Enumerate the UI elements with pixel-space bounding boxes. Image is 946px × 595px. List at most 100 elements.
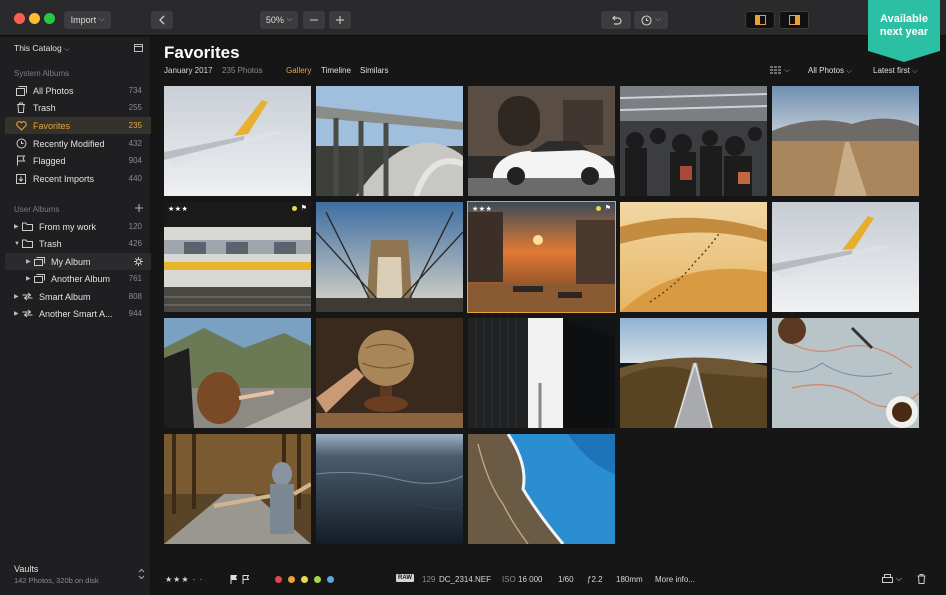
photo-thumbnail[interactable] — [468, 86, 615, 196]
undo-button[interactable] — [601, 11, 631, 29]
filter-select[interactable]: All Photos ⌵ — [808, 66, 852, 76]
chevron-down-icon: ⌵ — [64, 46, 70, 53]
sidebar-item-another-album[interactable]: ▶ Another Album 761 — [5, 270, 151, 287]
zoom-in-button[interactable] — [329, 11, 351, 29]
color-label-blue[interactable] — [327, 576, 334, 583]
gear-icon[interactable] — [134, 257, 143, 266]
sidebar-item-flagged[interactable]: Flagged 904 — [5, 152, 151, 169]
catalog-select[interactable]: This Catalog ⌵ — [14, 43, 69, 54]
sort-select[interactable]: Latest first ⌵ — [873, 66, 917, 76]
sidebar-item-count: 761 — [128, 274, 142, 283]
close-window-button[interactable] — [14, 13, 25, 24]
minimize-window-button[interactable] — [29, 13, 40, 24]
vaults-label[interactable]: Vaults — [14, 564, 38, 574]
photo-thumbnail[interactable] — [772, 86, 919, 196]
photo-thumbnail[interactable] — [164, 86, 311, 196]
trash-icon — [15, 102, 27, 114]
photo-thumbnail[interactable] — [468, 434, 615, 544]
sidebar-item-count: 440 — [128, 174, 142, 183]
expand-arrow-icon[interactable]: ▶ — [26, 275, 31, 282]
back-button[interactable] — [151, 11, 173, 29]
expand-arrow-icon[interactable]: ▶ — [14, 293, 19, 300]
photo-globe — [316, 318, 463, 428]
sidebar-item-count: 734 — [128, 86, 142, 95]
iso-label: ISO — [502, 575, 516, 584]
tab-timeline[interactable]: Timeline — [321, 66, 351, 75]
photo-thumbnail[interactable] — [316, 86, 463, 196]
photo-airplane-wing — [164, 86, 311, 196]
flag-icon — [15, 155, 27, 167]
photo-coastline-aerial — [468, 434, 615, 544]
color-label-green[interactable] — [314, 576, 321, 583]
tab-similars[interactable]: Similars — [360, 66, 388, 75]
photo-thumbnail[interactable] — [772, 202, 919, 312]
photo-forest-road — [164, 434, 311, 544]
photo-thumbnail[interactable] — [620, 202, 767, 312]
photo-thumbnail[interactable] — [316, 318, 463, 428]
expand-arrow-icon[interactable]: ▶ — [26, 258, 31, 265]
view-options-button[interactable]: ⌵ — [770, 65, 790, 75]
import-button[interactable]: Import ⌵ — [64, 11, 111, 29]
photo-brooklyn-bridge — [316, 202, 463, 312]
color-label-red[interactable] — [275, 576, 282, 583]
sidebar-item-smart-album[interactable]: ▶ Smart Album 808 — [5, 288, 151, 305]
zoom-out-button[interactable] — [303, 11, 325, 29]
add-album-icon[interactable] — [135, 204, 143, 212]
color-label-dot — [292, 206, 297, 211]
history-button[interactable]: ⌵ — [634, 11, 668, 29]
smart-album-icon — [21, 291, 33, 303]
expand-arrow-icon[interactable]: ▶ — [14, 310, 19, 317]
folder-icon — [21, 238, 33, 250]
sidebar-item-all-photos[interactable]: All Photos 734 — [5, 82, 151, 99]
color-label-orange[interactable] — [288, 576, 295, 583]
photo-thumbnail[interactable] — [316, 202, 463, 312]
photo-airplane-wing-2 — [772, 202, 919, 312]
expand-arrow-icon[interactable]: ▶ — [14, 223, 19, 230]
photo-rating: ★★★ — [168, 206, 189, 213]
photo-bridge — [316, 86, 463, 196]
photo-thumbnail[interactable] — [620, 318, 767, 428]
chevron-down-icon: ⌵ — [655, 16, 661, 23]
tab-gallery[interactable]: Gallery — [286, 66, 311, 75]
sidebar-item-my-album[interactable]: ▶ My Album — [5, 253, 151, 270]
grid-view-icon — [770, 66, 782, 74]
photo-thumbnail[interactable] — [164, 434, 311, 544]
photo-car-window-hair — [164, 318, 311, 428]
ribbon-line-1: Available — [880, 13, 928, 25]
more-info-link[interactable]: More info... — [655, 575, 695, 584]
album-icon — [33, 256, 45, 268]
color-label-yellow[interactable] — [301, 576, 308, 583]
sidebar: This Catalog ⌵ System Albums All Photos … — [0, 37, 151, 595]
sidebar-item-trash[interactable]: Trash 255 — [5, 99, 151, 116]
print-icon[interactable] — [882, 574, 893, 584]
flag-filled-icon[interactable] — [230, 575, 237, 584]
right-panel-icon — [788, 15, 800, 25]
chevron-down-icon[interactable]: ⌵ — [896, 574, 902, 584]
photo-thumbnail[interactable] — [164, 318, 311, 428]
sidebar-item-favorites[interactable]: Favorites 235 — [5, 117, 151, 134]
photo-thumbnail[interactable] — [620, 86, 767, 196]
flag-outline-icon[interactable] — [242, 575, 249, 584]
catalog-settings-icon[interactable] — [134, 43, 143, 52]
chevron-down-icon: ⌵ — [99, 16, 105, 23]
vaults-stepper-icon[interactable] — [138, 568, 145, 580]
sidebar-item-from-my-work[interactable]: ▶ From my work 120 — [5, 218, 151, 235]
zoom-select[interactable]: 50% ⌵ — [260, 11, 298, 29]
photo-thumbnail[interactable] — [772, 318, 919, 428]
system-albums-heading: System Albums — [14, 69, 70, 78]
photo-thumbnail[interactable]: ★★★ ⚑ — [164, 202, 311, 312]
sidebar-item-label: Recently Modified — [33, 138, 105, 149]
toggle-info-panel-button[interactable] — [779, 11, 809, 29]
photo-thumbnail[interactable] — [468, 318, 615, 428]
collapse-arrow-icon[interactable]: ▼ — [14, 241, 20, 247]
maximize-window-button[interactable] — [44, 13, 55, 24]
photo-thumbnail-selected[interactable]: ★★★ ⚑ — [467, 201, 616, 313]
sidebar-item-recent-imports[interactable]: Recent Imports 440 — [5, 170, 151, 187]
sidebar-item-another-smart-album[interactable]: ▶ Another Smart A... 944 — [5, 305, 151, 322]
trash-icon[interactable] — [917, 574, 926, 584]
photo-thumbnail[interactable] — [316, 434, 463, 544]
sidebar-item-recently-modified[interactable]: Recently Modified 432 — [5, 135, 151, 152]
toggle-sidebar-button[interactable] — [745, 11, 775, 29]
rating-control[interactable]: ★★★ · · — [165, 575, 203, 584]
sidebar-item-user-trash[interactable]: ▼ Trash 426 — [5, 235, 151, 252]
